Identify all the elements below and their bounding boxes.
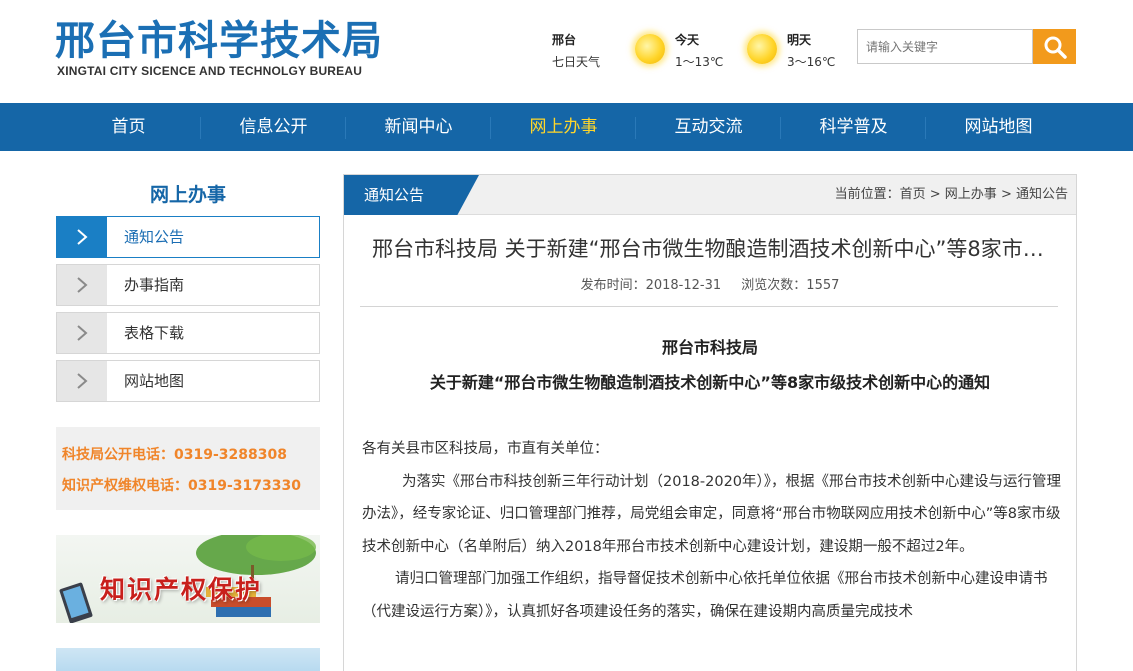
breadcrumb-separator: > [925,187,945,202]
nav-item-home[interactable]: 首页 [56,103,201,151]
weather-city: 邢台 [552,33,577,47]
article-meta: 发布时间：2018-12-31 浏览次数：1557 [344,274,1076,293]
view-count: 浏览次数：1557 [741,278,840,293]
hotline-ip-rights: 知识产权维权电话：0319-3173330 [62,478,301,494]
search-button[interactable] [1033,29,1076,64]
sidebar-item-sitemap[interactable]: 网站地图 [56,360,320,402]
weather-tomorrow-temp: 3～16℃ [787,55,836,69]
article-title: 邢台市科技局 关于新建“邢台市微生物酿造制酒技术创新中心”等8家市级技术创新中心… [372,237,1052,261]
breadcrumb-section[interactable]: 网上办事 [945,187,997,202]
publish-date: 发布时间：2018-12-31 [580,278,722,293]
article-body: 各有关县市区科技局，市直有关单位： 为落实《邢台市科技创新三年行动计划（2018… [362,433,1062,628]
main-nav: 首页 信息公开 新闻中心 网上办事 互动交流 科学普及 网站地图 [0,103,1133,151]
document-issuer: 邢台市科技局 [661,338,758,357]
nav-item-interaction[interactable]: 互动交流 [636,103,781,151]
chevron-right-icon [57,217,107,257]
nav-item-science-popularization[interactable]: 科学普及 [781,103,926,151]
sidebar-item-form-download[interactable]: 表格下载 [56,312,320,354]
breadcrumb-current[interactable]: 通知公告 [1016,187,1068,202]
nav-item-sitemap[interactable]: 网站地图 [926,103,1071,151]
breadcrumb-separator: > [996,187,1016,202]
site-header: 邢台市科学技术局 XINGTAI CITY SICENCE AND TECHNO… [0,0,1133,103]
weather-today-temp: 1～13℃ [675,55,724,69]
chevron-right-icon [57,313,107,353]
nav-item-online-services[interactable]: 网上办事 [491,103,636,151]
sun-icon [747,34,777,64]
site-logo-subtitle: XINGTAI CITY SICENCE AND TECHNOLGY BUREA… [57,64,363,78]
breadcrumb-prefix: 当前位置： [834,187,900,202]
weather-tomorrow-label: 明天 [787,33,812,47]
document-heading: 关于新建“邢台市微生物酿造制酒技术创新中心”等8家市级技术创新中心的通知 [429,373,991,392]
paragraph: 为落实《邢台市科技创新三年行动计划（2018-2020年）》，根据《邢台市技术创… [362,473,1062,555]
nav-item-news-center[interactable]: 新闻中心 [346,103,491,151]
nav-item-info-disclosure[interactable]: 信息公开 [201,103,346,151]
salutation: 各有关县市区科技局，市直有关单位： [362,441,609,457]
sidebar-item-service-guide[interactable]: 办事指南 [56,264,320,306]
ip-protection-banner[interactable]: 知识产权保护 [56,535,320,623]
site-logo-title[interactable]: 邢台市科学技术局 [55,8,383,66]
divider [360,306,1058,307]
breadcrumb-home[interactable]: 首页 [900,187,926,202]
hotline-box: 科技局公开电话：0319-3288308 知识产权维权电话：0319-31733… [56,427,320,510]
search-icon [1044,36,1067,59]
paragraph: 请归口管理部门加强工作组织，指导督促技术创新中心依托单位依据《邢台市技术创新中心… [362,571,1048,620]
chevron-right-icon [57,265,107,305]
chevron-right-icon [57,361,107,401]
sidebar-item-label: 办事指南 [124,276,185,294]
weather-seven-day-link[interactable]: 七日天气 [552,53,600,70]
sidebar-item-label: 网站地图 [124,372,185,390]
sidebar-item-notices[interactable]: 通知公告 [56,216,320,258]
breadcrumb: 当前位置：首页 > 网上办事 > 通知公告 [835,175,1068,215]
hotline-public: 科技局公开电话：0319-3288308 [62,447,287,463]
section-tab: 通知公告 [344,175,479,215]
sidebar-title: 网上办事 [149,184,226,206]
content-panel: 通知公告 当前位置：首页 > 网上办事 > 通知公告 邢台市科技局 关于新建“邢… [343,174,1077,671]
sidebar-item-label: 表格下载 [124,324,185,342]
sun-icon [635,34,665,64]
content-header: 通知公告 当前位置：首页 > 网上办事 > 通知公告 [344,175,1076,215]
search-input[interactable] [857,29,1033,64]
weather-today-label: 今天 [675,33,700,47]
sidebar-banner-secondary[interactable] [56,648,320,671]
sidebar-item-label: 通知公告 [124,228,185,246]
banner-text: 知识产权保护 [100,575,263,604]
